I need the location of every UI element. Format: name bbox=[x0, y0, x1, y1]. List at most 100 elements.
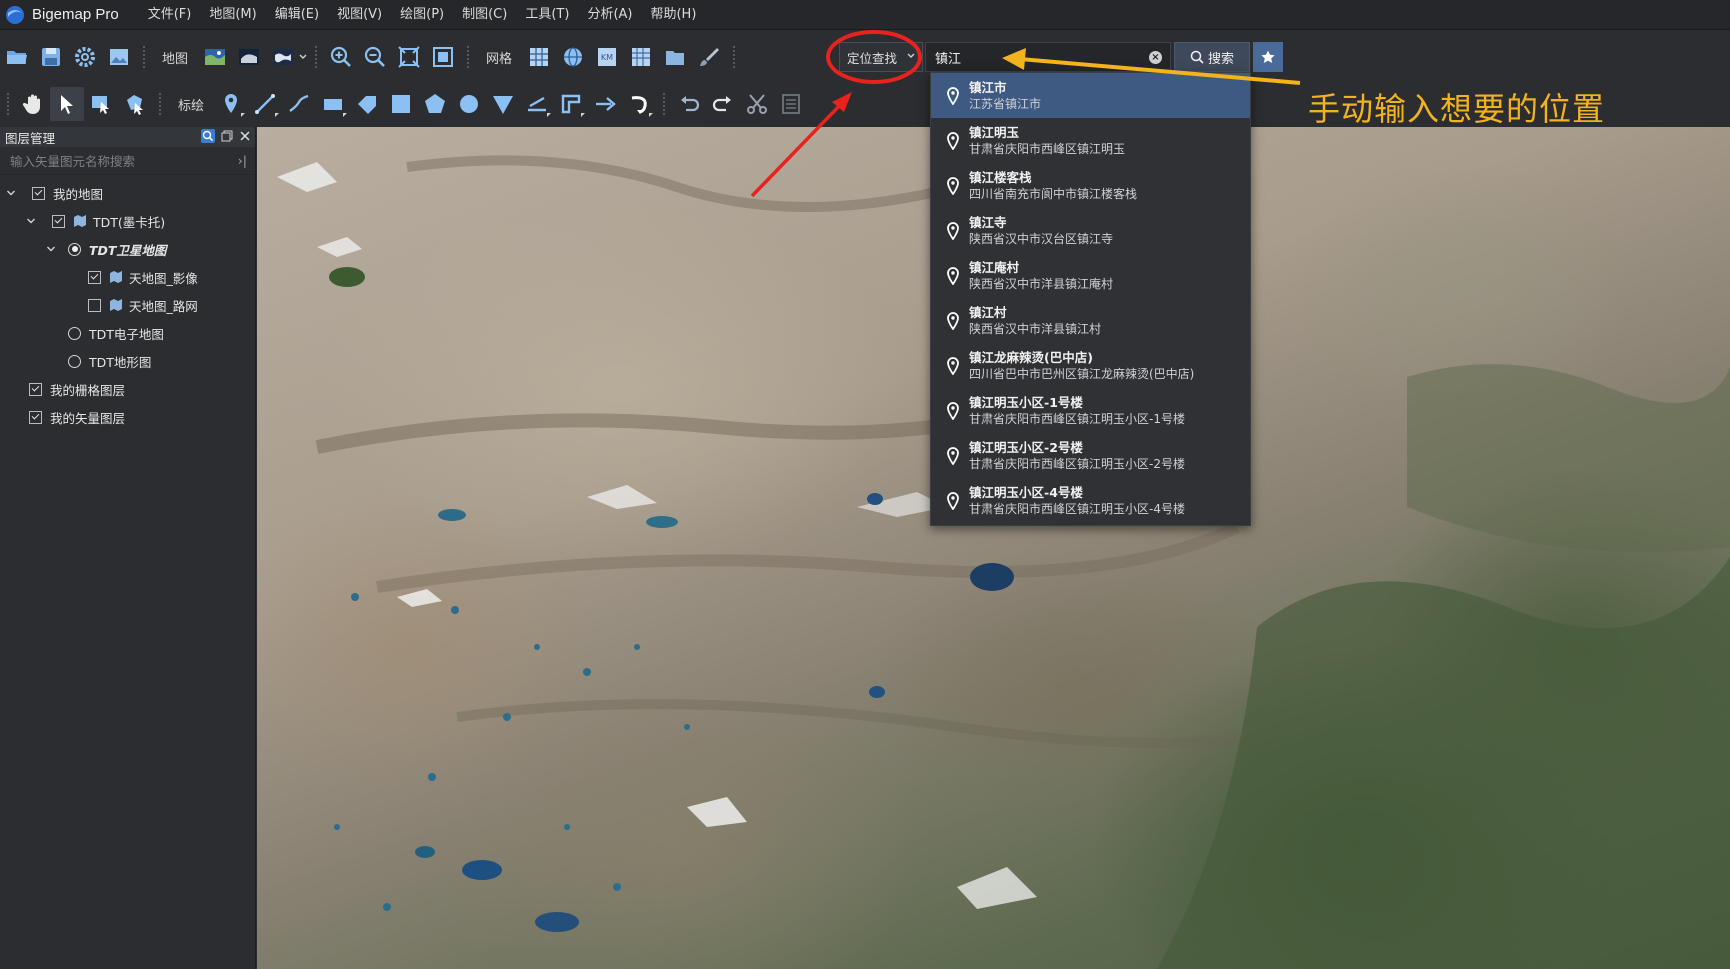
arrow-tool-button[interactable] bbox=[588, 87, 622, 121]
map-source-button-3[interactable] bbox=[266, 40, 300, 74]
image-button[interactable] bbox=[102, 40, 136, 74]
redo-button[interactable] bbox=[706, 87, 740, 121]
select-tool-button[interactable] bbox=[50, 87, 84, 121]
line-tool-button[interactable] bbox=[248, 87, 282, 121]
chevron-down-icon[interactable] bbox=[4, 186, 18, 200]
menu-file[interactable]: 文件(F) bbox=[139, 0, 201, 30]
radio-button[interactable] bbox=[68, 354, 81, 368]
brush-button[interactable] bbox=[692, 40, 726, 74]
search-result-item[interactable]: 镇江寺 陕西省汉中市汉台区镇江寺 bbox=[931, 208, 1250, 253]
search-field[interactable]: × bbox=[925, 42, 1171, 72]
search-mode-select[interactable]: 定位查找 bbox=[839, 42, 923, 72]
checkbox[interactable] bbox=[29, 382, 42, 396]
clear-search-icon[interactable]: × bbox=[1149, 51, 1162, 64]
settings-button[interactable] bbox=[68, 40, 102, 74]
search-result-item[interactable]: 镇江村 陕西省汉中市洋县镇江村 bbox=[931, 298, 1250, 343]
pan-tool-button[interactable] bbox=[16, 87, 50, 121]
save-button[interactable] bbox=[34, 40, 68, 74]
marker-tool-button[interactable] bbox=[214, 87, 248, 121]
tree-item-my-map[interactable]: 我的地图 bbox=[0, 179, 255, 207]
list-button[interactable] bbox=[774, 87, 808, 121]
favorite-button[interactable] bbox=[1253, 42, 1283, 72]
zoom-extent-button[interactable] bbox=[392, 40, 426, 74]
tree-item-tdt-image[interactable]: 天地图_影像 bbox=[0, 263, 255, 291]
sector-tool-button[interactable] bbox=[486, 87, 520, 121]
close-icon[interactable] bbox=[239, 130, 251, 142]
tag-tool-button[interactable] bbox=[350, 87, 384, 121]
checkbox[interactable] bbox=[88, 270, 101, 284]
result-name: 镇江庵村 bbox=[969, 259, 1020, 275]
sheet-grid-button[interactable] bbox=[624, 40, 658, 74]
measure-tool-button[interactable] bbox=[520, 87, 554, 121]
search-result-item[interactable]: 镇江明玉小区-2号楼 甘肃省庆阳市西峰区镇江明玉小区-2号楼 bbox=[931, 433, 1250, 478]
tree-item-my-vector[interactable]: 我的矢量图层 bbox=[0, 403, 255, 431]
search-result-item[interactable]: 镇江市 江苏省镇江市 bbox=[931, 73, 1250, 118]
zoom-out-button[interactable] bbox=[358, 40, 392, 74]
tree-label: TDT卫星地图 bbox=[89, 242, 167, 258]
grid-button[interactable] bbox=[522, 40, 556, 74]
toolbar-grip[interactable] bbox=[158, 92, 162, 116]
search-results-dropdown: 镇江市 江苏省镇江市 镇江明玉 甘肃省庆阳市西峰区镇江明玉 镇江楼客栈 四川省南充市阆… bbox=[930, 72, 1251, 526]
square-tool-button[interactable] bbox=[384, 87, 418, 121]
toolbar-grip[interactable] bbox=[732, 45, 737, 69]
toolbar-grip[interactable] bbox=[6, 92, 10, 116]
curve-tool-button[interactable] bbox=[282, 87, 316, 121]
open-button[interactable] bbox=[0, 40, 34, 74]
chevron-down-icon[interactable] bbox=[44, 242, 58, 256]
checkbox[interactable] bbox=[52, 214, 65, 228]
toolbar-grip[interactable] bbox=[142, 45, 146, 69]
menu-map[interactable]: 地图(M) bbox=[200, 0, 265, 30]
curved-arrow-tool-button[interactable] bbox=[622, 87, 656, 121]
chevron-down-icon[interactable] bbox=[24, 214, 38, 228]
map-source-button-2[interactable] bbox=[232, 40, 266, 74]
toolbar-grip[interactable] bbox=[314, 45, 319, 69]
undo-button[interactable] bbox=[672, 87, 706, 121]
search-icon[interactable] bbox=[201, 129, 215, 143]
radio-button[interactable] bbox=[68, 326, 81, 340]
search-input[interactable] bbox=[935, 49, 1135, 65]
checkbox[interactable] bbox=[32, 186, 45, 200]
toolbar-grip[interactable] bbox=[662, 92, 667, 116]
search-result-item[interactable]: 镇江龙麻辣烫(巴中店) 四川省巴中市巴州区镇江龙麻辣烫(巴中店) bbox=[931, 343, 1250, 388]
radio-button[interactable] bbox=[68, 242, 81, 256]
tree-item-tdt-satellite[interactable]: TDT卫星地图 bbox=[0, 235, 255, 263]
layer-search-field[interactable]: 输入矢量图元名称搜索 ›| bbox=[0, 147, 255, 175]
tree-item-tdt-mercator[interactable]: TDT(墨卡托) bbox=[0, 207, 255, 235]
map-source-button-1[interactable] bbox=[198, 40, 232, 74]
menu-cartography[interactable]: 制图(C) bbox=[453, 0, 516, 30]
rectangle-tool-button[interactable] bbox=[316, 87, 350, 121]
search-result-item[interactable]: 镇江明玉小区-1号楼 甘肃省庆阳市西峰区镇江明玉小区-1号楼 bbox=[931, 388, 1250, 433]
menu-tools[interactable]: 工具(T) bbox=[516, 0, 578, 30]
checkbox[interactable] bbox=[29, 410, 42, 424]
zoom-in-button[interactable] bbox=[324, 40, 358, 74]
globe-grid-button[interactable] bbox=[556, 40, 590, 74]
circle-tool-button[interactable] bbox=[452, 87, 486, 121]
menu-help[interactable]: 帮助(H) bbox=[641, 0, 705, 30]
toolbar-grip[interactable] bbox=[466, 45, 471, 69]
cut-button[interactable] bbox=[740, 87, 774, 121]
search-result-item[interactable]: 镇江明玉小区-4号楼 甘肃省庆阳市西峰区镇江明玉小区-4号楼 bbox=[931, 478, 1250, 523]
tree-item-tdt-terrain[interactable]: TDT地形图 bbox=[0, 347, 255, 375]
search-result-item[interactable]: 镇江明玉 甘肃省庆阳市西峰区镇江明玉 bbox=[931, 118, 1250, 163]
tree-item-tdt-electronic[interactable]: TDT电子地图 bbox=[0, 319, 255, 347]
search-result-item[interactable]: 镇江庵村 陕西省汉中市洋县镇江庵村 bbox=[931, 253, 1250, 298]
menu-view[interactable]: 视图(V) bbox=[328, 0, 391, 30]
search-result-item[interactable]: 镇江楼客栈 四川省南充市阆中市镇江楼客栈 bbox=[931, 163, 1250, 208]
tree-item-tdt-road[interactable]: 天地图_路网 bbox=[0, 291, 255, 319]
menu-analysis[interactable]: 分析(A) bbox=[578, 0, 641, 30]
collapse-panel-icon[interactable]: ›| bbox=[238, 153, 247, 168]
km-grid-button[interactable]: KM bbox=[590, 40, 624, 74]
search-button[interactable]: 搜索 bbox=[1174, 42, 1250, 72]
full-extent-button[interactable] bbox=[426, 40, 460, 74]
result-name: 镇江寺 bbox=[969, 214, 1007, 230]
box-select-button[interactable] bbox=[84, 87, 118, 121]
pentagon-tool-button[interactable] bbox=[418, 87, 452, 121]
float-window-icon[interactable] bbox=[221, 130, 233, 142]
checkbox[interactable] bbox=[88, 298, 101, 312]
area-tool-button[interactable] bbox=[554, 87, 588, 121]
menu-draw[interactable]: 绘图(P) bbox=[391, 0, 453, 30]
folder-button[interactable] bbox=[658, 40, 692, 74]
polygon-select-button[interactable] bbox=[118, 87, 152, 121]
menu-edit[interactable]: 编辑(E) bbox=[266, 0, 328, 30]
tree-item-my-raster[interactable]: 我的栅格图层 bbox=[0, 375, 255, 403]
